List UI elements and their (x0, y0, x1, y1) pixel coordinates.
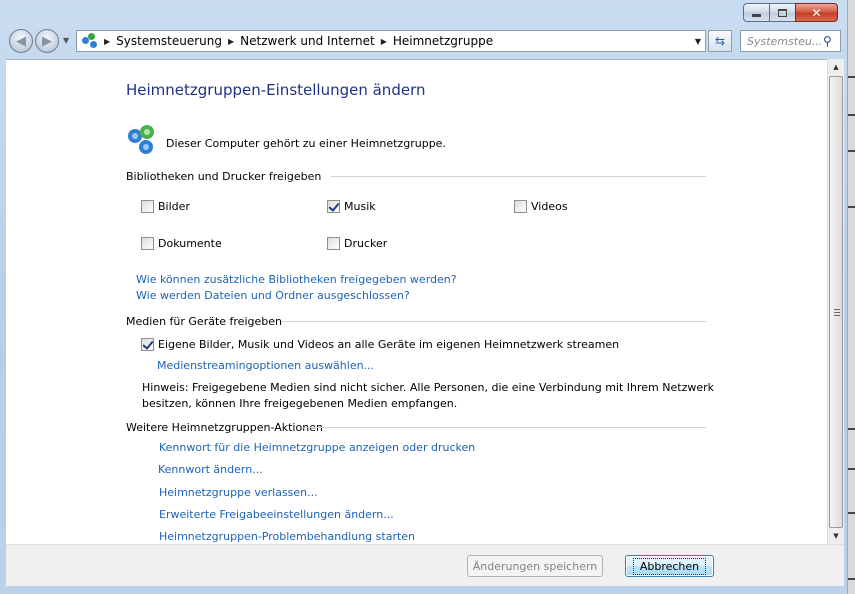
chevron-down-icon[interactable]: ▼ (695, 37, 701, 46)
caption-buttons: ✕ (743, 3, 838, 22)
checkbox-label: Eigene Bilder, Musik und Videos an alle … (158, 338, 620, 351)
checkbox-label: Dokumente (158, 237, 222, 250)
background-window-edge (847, 0, 855, 594)
checkbox-box[interactable] (327, 200, 340, 213)
forward-button[interactable]: ▶ (35, 29, 59, 53)
scroll-down-button[interactable]: ▼ (828, 528, 844, 544)
link-media-streaming-options[interactable]: Medienstreamingoptionen auswählen... (157, 359, 374, 372)
page-title: Heimnetzgruppen-Einstellungen ändern (126, 81, 426, 99)
scroll-thumb[interactable] (829, 76, 843, 528)
checkbox-box[interactable] (141, 237, 154, 250)
media-group-header: Medien für Geräte freigeben (126, 315, 282, 328)
breadcrumb-netzwerk[interactable]: Netzwerk und Internet (240, 34, 375, 48)
checkbox-label: Drucker (344, 237, 388, 250)
group-divider (331, 176, 706, 177)
checkbox-dokumente[interactable]: Dokumente (141, 237, 222, 250)
membership-text: Dieser Computer gehört zu einer Heimnetz… (166, 137, 446, 150)
chevron-right-icon: ▶ (104, 36, 111, 46)
checkbox-label: Videos (531, 200, 568, 213)
checkbox-drucker[interactable]: Drucker (327, 237, 387, 250)
button-bar: Änderungen speichern Abbrechen (6, 544, 844, 586)
save-button[interactable]: Änderungen speichern (467, 555, 603, 577)
refresh-icon: ⇆ (714, 34, 726, 48)
checkbox-box[interactable] (141, 338, 154, 351)
link-show-password[interactable]: Kennwort für die Heimnetzgruppe anzeigen… (159, 441, 475, 454)
link-excluded-files[interactable]: Wie werden Dateien und Ordner ausgeschlo… (136, 289, 410, 302)
cancel-label: Abbrechen (632, 557, 707, 575)
actions-group-header: Weitere Heimnetzgruppen-Aktionen (126, 421, 323, 434)
link-troubleshooter[interactable]: Heimnetzgruppen-Problembehandlung starte… (159, 530, 415, 543)
link-change-password[interactable]: Kennwort ändern... (158, 463, 263, 476)
homegroup-icon (82, 33, 98, 49)
back-button[interactable]: ◀ (9, 29, 33, 53)
checkbox-box[interactable] (514, 200, 527, 213)
search-input[interactable] (747, 34, 821, 48)
media-security-hint: Hinweis: Freigegebene Medien sind nicht … (142, 381, 715, 410)
homegroup-icon (128, 125, 154, 154)
search-icon[interactable]: ⚲ (823, 34, 832, 48)
group-divider (302, 427, 706, 428)
group-divider (281, 321, 706, 322)
content-pane: Heimnetzgruppen-Einstellungen ändern Die… (6, 59, 827, 544)
minimize-button[interactable] (743, 3, 770, 22)
arrow-left-icon: ◀ (16, 33, 26, 49)
scroll-up-button[interactable]: ▲ (828, 59, 844, 75)
breadcrumb-systemsteuerung[interactable]: Systemsteuerung (116, 34, 222, 48)
link-leave-homegroup[interactable]: Heimnetzgruppe verlassen... (159, 486, 318, 499)
address-bar[interactable]: ▶ Systemsteuerung ▶ Netzwerk und Interne… (76, 30, 706, 52)
breadcrumb-heimnetzgruppe[interactable]: Heimnetzgruppe (393, 34, 493, 48)
maximize-button[interactable] (769, 3, 796, 22)
checkbox-musik[interactable]: Musik (327, 200, 376, 213)
maximize-icon (778, 8, 787, 17)
libraries-group-header: Bibliotheken und Drucker freigeben (126, 170, 322, 183)
chevron-right-icon: ▶ (380, 36, 387, 46)
link-additional-libraries[interactable]: Wie können zusätzliche Bibliotheken frei… (136, 273, 457, 286)
checkbox-box[interactable] (327, 237, 340, 250)
chevron-right-icon: ▶ (228, 36, 235, 46)
minimize-icon (752, 14, 761, 17)
cancel-button[interactable]: Abbrechen (625, 555, 714, 577)
grip-icon (834, 309, 840, 318)
refresh-button[interactable]: ⇆ (708, 30, 732, 52)
search-box: ⚲ (740, 30, 841, 52)
arrow-right-icon: ▶ (42, 33, 52, 49)
checkbox-bilder[interactable]: Bilder (141, 200, 190, 213)
recent-pages-dropdown[interactable]: ▼ (63, 36, 69, 45)
vertical-scrollbar[interactable]: ▲ ▼ (827, 59, 844, 544)
link-advanced-sharing[interactable]: Erweiterte Freigabeeinstellungen ändern.… (159, 508, 394, 521)
checkbox-videos[interactable]: Videos (514, 200, 568, 213)
checkbox-box[interactable] (141, 200, 154, 213)
checkbox-label: Musik (344, 200, 376, 213)
checkbox-media-streaming[interactable]: Eigene Bilder, Musik und Videos an alle … (141, 338, 619, 351)
close-icon: ✕ (811, 5, 822, 20)
close-button[interactable]: ✕ (795, 3, 838, 22)
checkbox-label: Bilder (158, 200, 190, 213)
